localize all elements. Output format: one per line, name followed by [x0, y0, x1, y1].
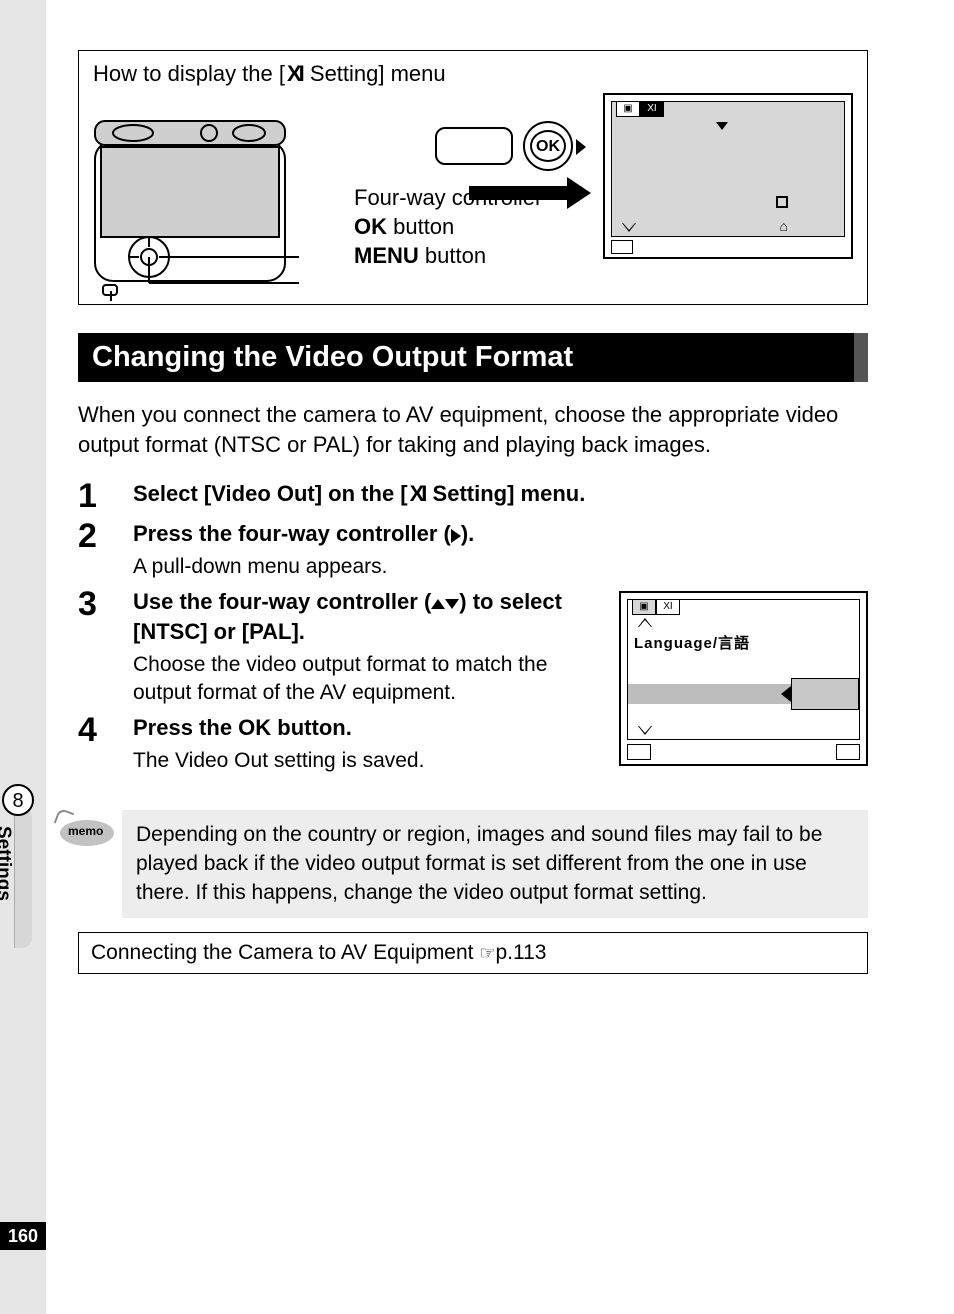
lcd-tab-camera-icon: ▣ — [632, 599, 656, 615]
step-description: A pull-down menu appears. — [133, 553, 868, 581]
memo-label: memo — [68, 824, 103, 838]
memo-icon: memo — [60, 814, 114, 918]
ok-icon-text: OK — [354, 214, 387, 239]
chapter-label: Settings — [0, 826, 14, 946]
camera-illustration — [89, 111, 299, 301]
step-number: 4 — [78, 713, 133, 775]
scroll-up-icon-fill — [639, 620, 651, 627]
pointer-icon: ☞ — [479, 943, 495, 963]
step-1: 1 Select [Video Out] on the [XI Setting]… — [78, 479, 868, 513]
step-description: The Video Out setting is saved. — [133, 747, 605, 775]
lcd-tabs: ▣ XI — [632, 599, 680, 615]
callout-menu-suffix: button — [419, 243, 486, 268]
right-triangle-icon — [576, 139, 586, 155]
menu-icon-text: MENU — [354, 243, 419, 268]
step-description: Choose the video output format to match … — [133, 651, 605, 708]
up-triangle-icon — [431, 599, 445, 609]
right-triangle-icon — [451, 529, 461, 543]
left-triangle-icon — [781, 686, 791, 702]
step-number: 3 — [78, 587, 133, 707]
lcd-inner: ▣ XI ⌂ — [611, 101, 845, 237]
step-4: 4 Press the OK button. The Video Out set… — [78, 713, 605, 775]
lcd-tab-camera-icon: ▣ — [616, 101, 640, 117]
lcd-tab-setting-icon: XI — [656, 599, 680, 615]
lcd-inner: ▣ XI Language/言語 — [627, 599, 860, 740]
section-heading: Changing the Video Output Format — [78, 333, 868, 382]
howto-title: How to display the [XI Setting] menu — [93, 61, 853, 87]
lcd-tab-setting-icon: XI — [640, 101, 664, 117]
step-title: Use the four-way controller () to select… — [133, 587, 605, 646]
scroll-down-icon-fill — [639, 726, 651, 733]
step-title: Select [Video Out] on the [XI Setting] m… — [133, 479, 868, 509]
lcd-footer-right — [836, 744, 860, 760]
memo-text: Depending on the country or region, imag… — [122, 810, 868, 918]
menu-button-illustration — [435, 127, 513, 165]
setting-icon: XI — [287, 61, 302, 87]
page-margin-strip — [0, 0, 46, 1314]
howto-box: How to display the [XI Setting] menu — [78, 50, 868, 305]
page-number: 160 — [0, 1222, 46, 1250]
lcd-screen-illustration-2: ▣ XI Language/言語 — [619, 591, 868, 766]
ok-button-illustration: OK — [530, 130, 566, 162]
memo-block: memo Depending on the country or region,… — [78, 810, 868, 918]
lcd-footer-tab — [611, 240, 633, 254]
setting-icon: XI — [410, 479, 425, 509]
step-title: Press the OK button. — [133, 713, 605, 743]
steps-list: 1 Select [Video Out] on the [XI Setting]… — [78, 479, 868, 781]
square-icon — [776, 196, 788, 208]
lcd-footer-left — [627, 744, 651, 760]
page-content: How to display the [XI Setting] menu — [78, 50, 868, 974]
lcd-tabs: ▣ XI — [616, 101, 664, 117]
step-number: 2 — [78, 519, 133, 581]
ok-icon-text: OK — [238, 715, 271, 740]
home-icon: ⌂ — [780, 218, 788, 234]
step-title: Press the four-way controller (). — [133, 519, 868, 549]
lcd-screen-illustration-1: ▣ XI ⌂ — [603, 93, 853, 259]
step-2: 2 Press the four-way controller (). A pu… — [78, 519, 868, 581]
chapter-number: 8 — [2, 784, 34, 816]
arrow-right-icon — [469, 186, 569, 200]
reference-box: Connecting the Camera to AV Equipment ☞p… — [78, 932, 868, 974]
howto-title-suffix: Setting] menu — [304, 61, 446, 86]
reference-text: Connecting the Camera to AV Equipment — [91, 941, 479, 964]
callout-menu: MENU button — [354, 243, 486, 269]
callout-ok: OK button — [354, 214, 454, 240]
down-triangle-icon — [445, 599, 459, 609]
side-tab-bar — [14, 808, 32, 948]
intro-paragraph: When you connect the camera to AV equipm… — [78, 400, 868, 459]
scroll-down-icon-fill — [623, 223, 635, 230]
step-3: 3 Use the four-way controller () to sele… — [78, 587, 605, 707]
chapter-side-tab: 8 Settings — [0, 790, 52, 960]
chevron-down-icon — [716, 122, 728, 130]
language-label: Language/言語 — [634, 632, 750, 653]
callout-ok-suffix: button — [387, 214, 454, 239]
step-number: 1 — [78, 479, 133, 513]
reference-page: p.113 — [495, 941, 546, 964]
dropdown-box — [791, 678, 859, 710]
howto-title-prefix: How to display the [ — [93, 61, 285, 86]
